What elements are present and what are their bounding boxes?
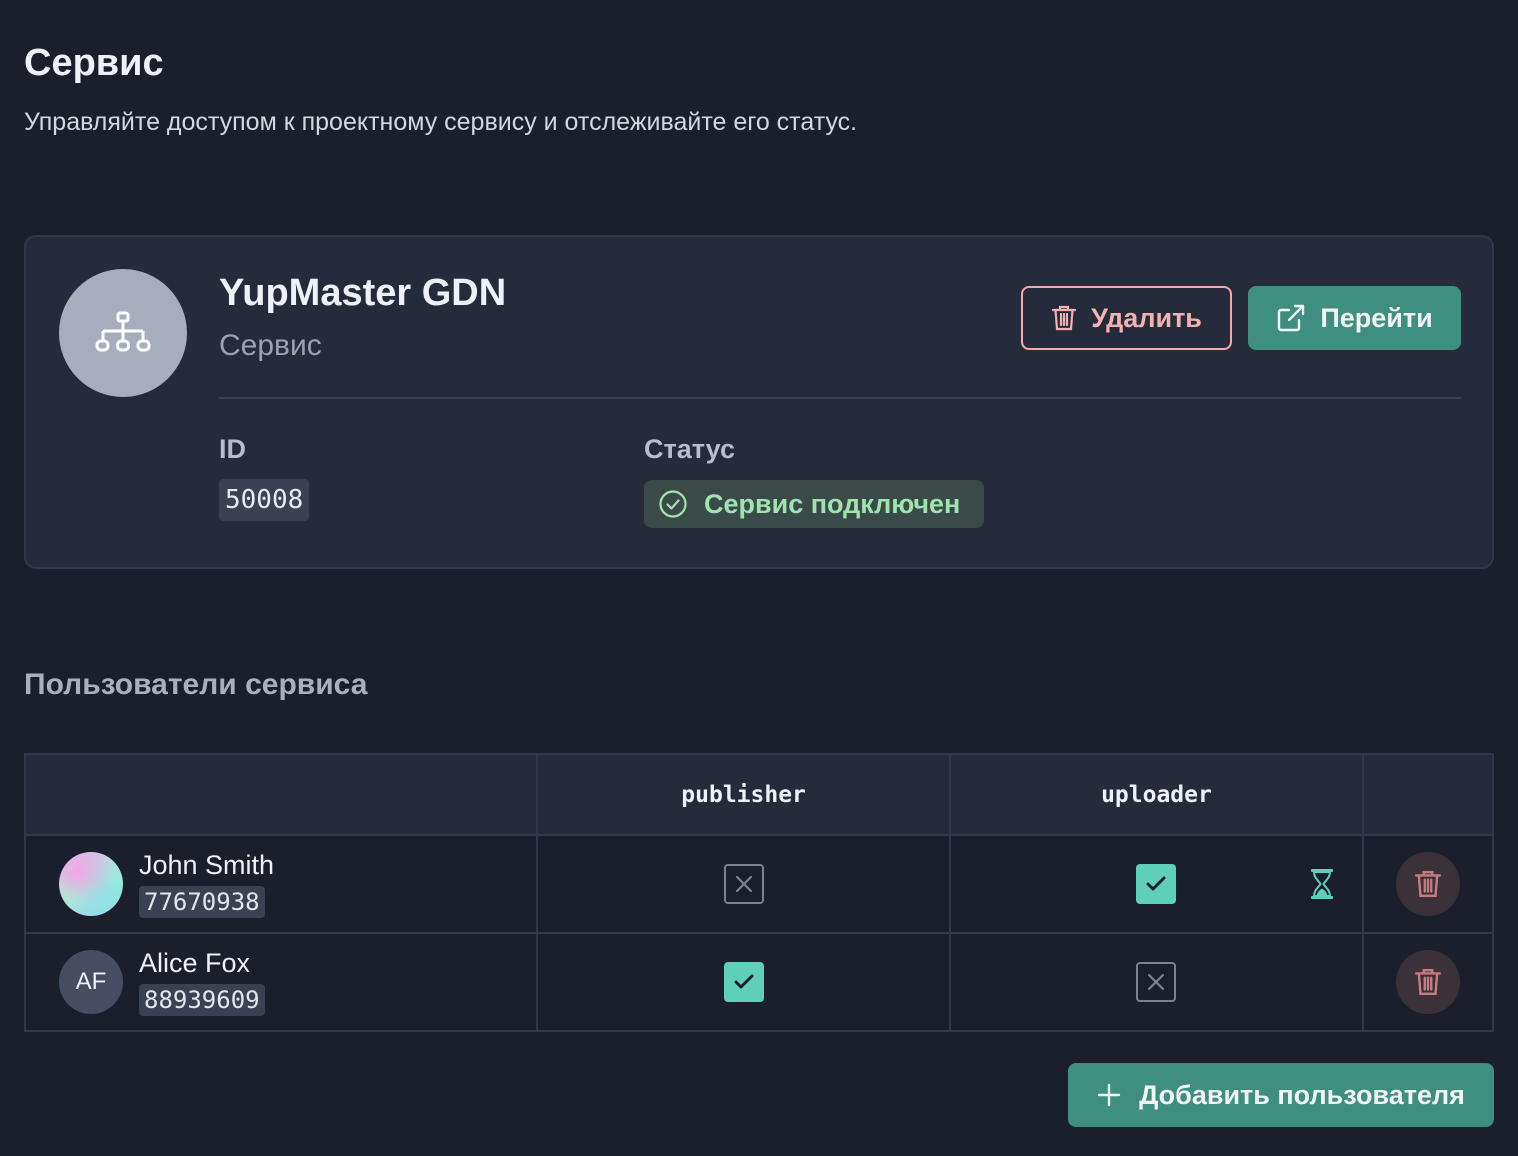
column-header-publisher: publisher bbox=[536, 753, 951, 836]
column-header-uploader: uploader bbox=[948, 753, 1365, 836]
sitemap-icon bbox=[95, 311, 151, 352]
user-id: 88939609 bbox=[139, 984, 265, 1016]
service-avatar bbox=[59, 269, 187, 397]
page: Сервис Управляйте доступом к проектному … bbox=[0, 0, 1518, 1156]
add-user-label: Добавить пользователя bbox=[1139, 1079, 1465, 1110]
service-id-value: 50008 bbox=[219, 479, 310, 521]
publisher-cell bbox=[536, 834, 951, 934]
actions-cell bbox=[1362, 834, 1494, 934]
delete-service-label: Удалить bbox=[1091, 302, 1202, 333]
x-icon bbox=[735, 875, 752, 893]
card-divider bbox=[219, 397, 1461, 399]
service-card: YupMaster GDN Сервис Удалить Перейти ID bbox=[24, 235, 1494, 569]
go-to-service-label: Перейти bbox=[1320, 302, 1433, 333]
trash-icon bbox=[1051, 305, 1077, 331]
page-title: Сервис bbox=[24, 42, 164, 84]
id-label: ID bbox=[219, 434, 246, 464]
page-subtitle: Управляйте доступом к проектному сервису… bbox=[24, 108, 858, 136]
column-header-actions bbox=[1362, 753, 1494, 836]
service-name: YupMaster GDN bbox=[219, 272, 507, 314]
uploader-checkbox[interactable] bbox=[1136, 962, 1177, 1002]
user-name: John Smith bbox=[139, 850, 275, 880]
x-icon bbox=[1148, 973, 1165, 991]
uploader-checkbox[interactable] bbox=[1136, 864, 1177, 904]
publisher-checkbox[interactable] bbox=[723, 864, 764, 904]
users-section-title: Пользователи сервиса bbox=[24, 668, 368, 701]
remove-user-button[interactable] bbox=[1396, 950, 1461, 1014]
user-cell: AF Alice Fox 88939609 bbox=[23, 932, 539, 1032]
user-name: Alice Fox bbox=[139, 948, 251, 978]
avatar bbox=[59, 852, 123, 916]
user-cell: John Smith 77670938 bbox=[23, 834, 539, 934]
trash-icon bbox=[1415, 870, 1442, 898]
users-table: publisher uploader John Smith 77670938 A… bbox=[23, 753, 1494, 1032]
remove-user-button[interactable] bbox=[1396, 852, 1461, 916]
uploader-cell bbox=[948, 932, 1365, 1032]
check-circle-icon bbox=[659, 490, 687, 518]
go-to-service-button[interactable]: Перейти bbox=[1248, 286, 1461, 350]
check-icon bbox=[734, 974, 754, 989]
hourglass-icon bbox=[1310, 869, 1333, 899]
plus-icon bbox=[1097, 1083, 1121, 1107]
service-kind: Сервис bbox=[219, 329, 322, 362]
publisher-checkbox[interactable] bbox=[723, 962, 764, 1002]
actions-cell bbox=[1362, 932, 1494, 1032]
status-text: Сервис подключен bbox=[704, 488, 961, 519]
trash-icon bbox=[1415, 968, 1442, 996]
status-badge: Сервис подключен bbox=[644, 480, 984, 528]
uploader-cell bbox=[948, 834, 1365, 934]
avatar: AF bbox=[59, 950, 123, 1014]
delete-service-button[interactable]: Удалить bbox=[1021, 286, 1232, 350]
user-id: 77670938 bbox=[139, 886, 265, 918]
publisher-cell bbox=[536, 932, 951, 1032]
status-label: Статус bbox=[644, 434, 735, 464]
external-link-icon bbox=[1278, 304, 1305, 332]
column-header-user bbox=[23, 753, 539, 836]
add-user-button[interactable]: Добавить пользователя bbox=[1068, 1063, 1494, 1127]
table-row: John Smith 77670938 bbox=[23, 834, 1494, 934]
check-icon bbox=[1146, 876, 1166, 891]
table-header-row: publisher uploader bbox=[23, 753, 1494, 836]
table-row: AF Alice Fox 88939609 bbox=[23, 932, 1494, 1032]
